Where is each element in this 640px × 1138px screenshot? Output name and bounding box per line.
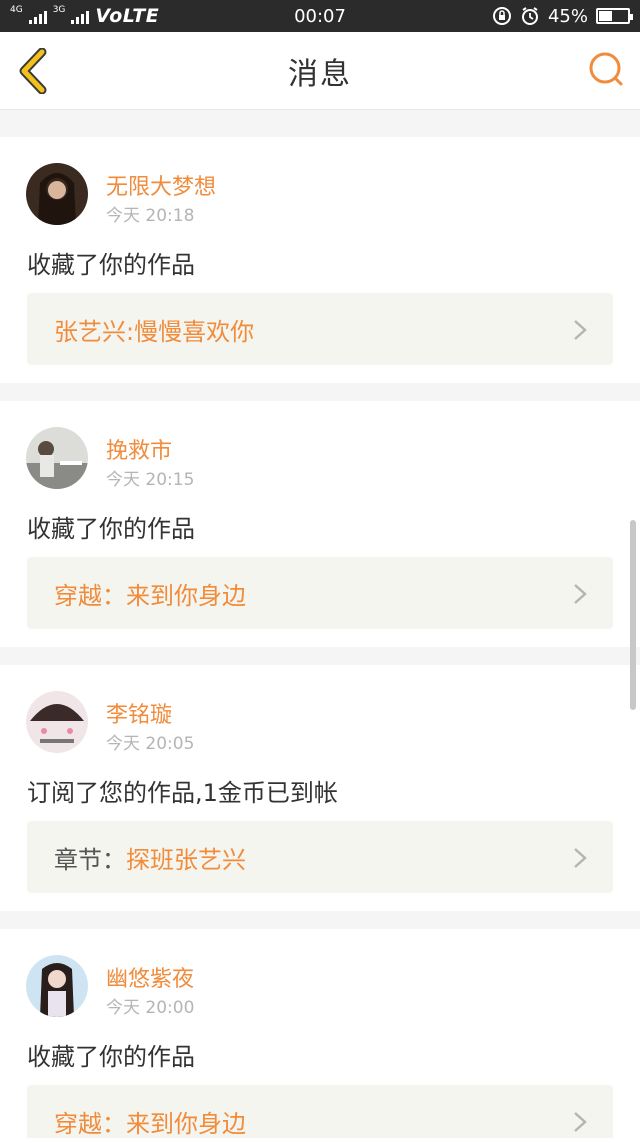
avatar[interactable] [26, 427, 88, 489]
status-left: 4G 3G VoLTE [10, 5, 240, 27]
alarm-icon [521, 7, 538, 25]
scrollbar[interactable] [630, 520, 636, 710]
signal-icon [28, 8, 47, 24]
timestamp: 今天 20:15 [106, 470, 195, 490]
signal-icon-secondary [71, 8, 90, 24]
username[interactable]: 挽救市 [106, 433, 172, 465]
network-label-3g: 3G [52, 5, 66, 15]
action-text: 收藏了你的作品 [27, 251, 195, 279]
message-feed[interactable]: 无限大梦想 今天 20:18 收藏了你的作品 张艺兴:慢慢喜欢你 挽救市 今天 … [0, 110, 640, 1138]
username[interactable]: 无限大梦想 [106, 169, 216, 201]
chevron-left-icon [19, 47, 47, 95]
battery-icon [596, 8, 633, 24]
message-card: 挽救市 今天 20:15 收藏了你的作品 穿越：来到你身边 [0, 401, 640, 647]
work-link[interactable]: 张艺兴:慢慢喜欢你 [27, 293, 613, 365]
battery-percent: 45% [547, 5, 588, 27]
action-text: 订阅了您的作品,1金币已到帐 [27, 779, 338, 807]
work-link[interactable]: 穿越：来到你身边 [27, 1085, 613, 1138]
timestamp: 今天 20:00 [106, 998, 195, 1018]
chevron-right-icon [574, 584, 587, 604]
avatar[interactable] [26, 955, 88, 1017]
status-right: 45% [492, 5, 633, 27]
action-text: 收藏了你的作品 [27, 515, 195, 543]
username[interactable]: 李铭璇 [106, 697, 172, 729]
work-title: 穿越：来到你身边 [54, 581, 246, 610]
work-title: 穿越：来到你身边 [54, 1109, 246, 1138]
battery-fill [599, 11, 612, 21]
message-card: 李铭璇 今天 20:05 订阅了您的作品,1金币已到帐 章节： 探班张艺兴 [0, 665, 640, 911]
search-icon [589, 52, 623, 86]
chevron-right-icon [574, 320, 587, 340]
message-card: 幽悠紫夜 今天 20:00 收藏了你的作品 穿越：来到你身边 [0, 929, 640, 1138]
chevron-right-icon [574, 848, 587, 868]
back-button[interactable] [14, 47, 58, 95]
chevron-right-icon [574, 1112, 587, 1132]
work-link[interactable]: 章节： 探班张艺兴 [27, 821, 613, 893]
lock-rotation-icon [492, 7, 511, 25]
avatar[interactable] [26, 163, 88, 225]
search-button[interactable] [586, 50, 626, 90]
timestamp: 今天 20:18 [106, 206, 195, 226]
page-title: 消息 [288, 56, 352, 92]
action-text: 收藏了你的作品 [27, 1043, 195, 1071]
work-prefix: 章节： [54, 845, 126, 874]
nav-bar: 消息 [0, 32, 640, 110]
message-card: 无限大梦想 今天 20:18 收藏了你的作品 张艺兴:慢慢喜欢你 [0, 137, 640, 383]
work-title: 探班张艺兴 [126, 845, 246, 874]
network-label-4g: 4G [10, 5, 23, 15]
work-link[interactable]: 穿越：来到你身边 [27, 557, 613, 629]
timestamp: 今天 20:05 [106, 734, 195, 754]
volte-label: VoLTE [95, 5, 160, 27]
status-bar: 4G 3G VoLTE 00:07 45% [0, 0, 640, 32]
username[interactable]: 幽悠紫夜 [106, 961, 194, 993]
work-title: 张艺兴:慢慢喜欢你 [54, 317, 255, 346]
avatar[interactable] [26, 691, 88, 753]
